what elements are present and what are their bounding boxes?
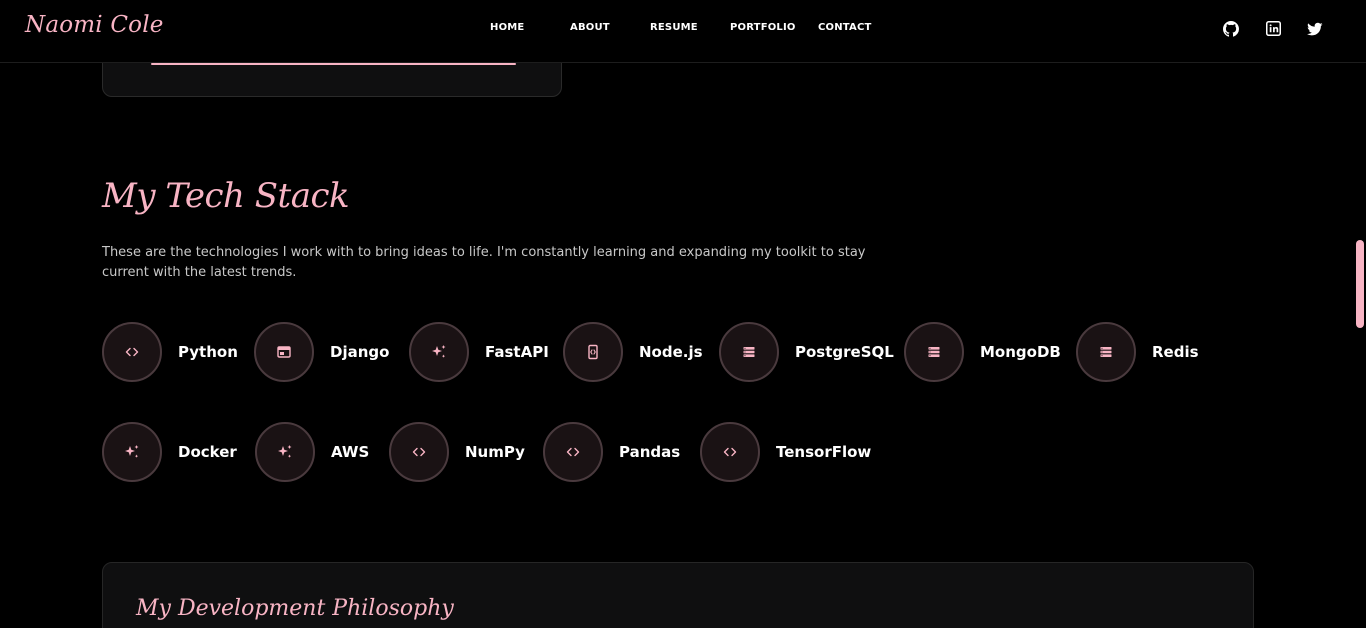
- tech-name: MongoDB: [980, 343, 1061, 361]
- mobile-code-icon: [563, 322, 623, 382]
- tech-item-docker: Docker: [102, 422, 237, 482]
- tech-item-redis: Redis: [1076, 322, 1199, 382]
- tech-item-tensorflow: TensorFlow: [700, 422, 871, 482]
- tech-name: AWS: [331, 443, 370, 461]
- nav-home[interactable]: HOME: [490, 22, 524, 33]
- nav-portfolio[interactable]: PORTFOLIO: [730, 22, 796, 33]
- code-icon: [700, 422, 760, 482]
- tech-stack-description: These are the technologies I work with t…: [102, 245, 866, 280]
- twitter-icon[interactable]: [1307, 21, 1323, 37]
- tech-name: Redis: [1152, 343, 1199, 361]
- tech-item-python: Python: [102, 322, 238, 382]
- code-icon: [389, 422, 449, 482]
- tech-stack-title: My Tech Stack: [102, 176, 350, 216]
- tech-name: TensorFlow: [776, 443, 872, 461]
- tech-name: Django: [330, 343, 390, 361]
- tech-item-postgresql: PostgreSQL: [719, 322, 894, 382]
- page-scrollbar[interactable]: [1354, 63, 1366, 628]
- philosophy-card: My Development Philosophy: [102, 562, 1254, 628]
- tech-name: NumPy: [465, 443, 525, 461]
- sparkles-icon: [409, 322, 469, 382]
- tech-item-mongodb: MongoDB: [904, 322, 1061, 382]
- tech-item-nodejs: Node.js: [563, 322, 703, 382]
- nav-contact[interactable]: CONTACT: [818, 22, 872, 33]
- code-icon: [543, 422, 603, 482]
- tech-name: Python: [178, 343, 238, 361]
- tech-item-aws: AWS: [255, 422, 369, 482]
- main-nav: HOME ABOUT RESUME PORTFOLIO CONTACT: [0, 22, 1366, 38]
- nav-about[interactable]: ABOUT: [570, 22, 610, 33]
- page: Naomi Cole HOME ABOUT RESUME PORTFOLIO C…: [0, 0, 1366, 628]
- philosophy-title: My Development Philosophy: [136, 596, 454, 621]
- sparkles-icon: [102, 422, 162, 482]
- tech-name: Pandas: [619, 443, 681, 461]
- tech-item-django: Django: [254, 322, 389, 382]
- tech-name: PostgreSQL: [795, 343, 894, 361]
- tech-item-fastapi: FastAPI: [409, 322, 549, 382]
- tech-name: Docker: [178, 443, 237, 461]
- linkedin-icon[interactable]: [1266, 21, 1281, 36]
- database-icon: [719, 322, 779, 382]
- browser-window-icon: [254, 322, 314, 382]
- tech-name: FastAPI: [485, 343, 549, 361]
- tech-item-numpy: NumPy: [389, 422, 525, 482]
- code-icon: [102, 322, 162, 382]
- database-icon: [904, 322, 964, 382]
- database-icon: [1076, 322, 1136, 382]
- tech-name: Node.js: [639, 343, 703, 361]
- site-header: Naomi Cole HOME ABOUT RESUME PORTFOLIO C…: [0, 0, 1366, 63]
- scrollbar-thumb[interactable]: [1356, 240, 1364, 328]
- sparkles-icon: [255, 422, 315, 482]
- tech-item-pandas: Pandas: [543, 422, 680, 482]
- nav-resume[interactable]: RESUME: [650, 22, 698, 33]
- github-icon[interactable]: [1223, 21, 1239, 37]
- card-accent-line: [151, 63, 516, 65]
